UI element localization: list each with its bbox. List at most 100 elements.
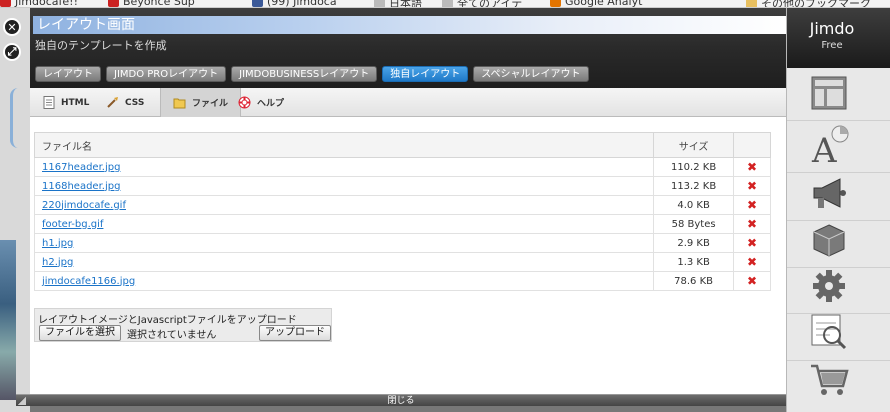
bookmark-item[interactable]: (99) Jimdoca [252, 0, 337, 7]
file-link[interactable]: 1168header.jpg [42, 181, 120, 192]
page-subtitle: 独自のテンプレートを作成 [35, 39, 167, 52]
delete-cell: ✖ [733, 176, 771, 196]
file-size: 2.9 KB [653, 233, 735, 253]
bookmarks-bar: Jimdocafe!! Beyonce Sup (99) Jimdoca 日本語… [0, 0, 890, 8]
rail-divider [787, 120, 890, 121]
delete-icon[interactable]: ✖ [747, 198, 757, 212]
font-icon[interactable]: A [807, 123, 851, 167]
delete-icon[interactable]: ✖ [747, 236, 757, 250]
upload-button[interactable]: アップロード [259, 325, 331, 341]
tab-jimdo-business-layout[interactable]: JIMDOBUSINESSレイアウト [231, 66, 378, 82]
expand-icon[interactable]: ⤢ [3, 43, 21, 61]
column-header-filename: ファイル名 [33, 132, 655, 158]
page-title: レイアウト画面 [37, 17, 135, 33]
file-name-cell: h2.jpg [33, 252, 655, 272]
bookmark-favicon [550, 0, 561, 7]
tab-jimdo-pro-layout[interactable]: JIMDO PROレイアウト [106, 66, 227, 82]
upload-label: レイアウトイメージとJavascriptファイルをアップロード [38, 315, 297, 326]
delete-icon[interactable]: ✖ [747, 255, 757, 269]
no-file-selected-text: 選択されていません [127, 330, 217, 341]
layout-editor-panel: レイアウト画面 独自のテンプレートを作成 レイアウト JIMDO PROレイアウ… [30, 8, 786, 394]
jimdo-sidebar: Jimdo Free A [786, 8, 890, 412]
background-decoration [10, 88, 24, 148]
document-icon [42, 96, 55, 109]
file-name-cell: 220jimdocafe.gif [33, 195, 655, 215]
column-header-size: サイズ [653, 132, 735, 158]
file-size: 113.2 KB [653, 176, 735, 196]
cart-icon[interactable] [807, 358, 851, 402]
close-button[interactable]: 閉じる [16, 395, 786, 407]
tab-layout[interactable]: レイアウト [35, 66, 101, 82]
file-link[interactable]: jimdocafe1166.jpg [42, 276, 135, 287]
file-size: 110.2 KB [653, 157, 735, 177]
file-table: ファイル名 サイズ 1167header.jpg 110.2 KB ✖ 1168… [33, 132, 771, 291]
table-row: footer-bg.gif 58 Bytes ✖ [33, 214, 771, 234]
delete-icon[interactable]: ✖ [747, 179, 757, 193]
delete-cell: ✖ [733, 252, 771, 272]
bookmark-favicon [108, 0, 119, 7]
statistics-icon[interactable] [807, 310, 851, 354]
file-size: 58 Bytes [653, 214, 735, 234]
file-size: 78.6 KB [653, 271, 735, 291]
title-bar: レイアウト画面 [33, 16, 786, 34]
table-row: 1168header.jpg 113.2 KB ✖ [33, 176, 771, 196]
delete-cell: ✖ [733, 233, 771, 253]
file-link[interactable]: h2.jpg [42, 257, 73, 268]
close-icon[interactable]: ✕ [3, 18, 21, 36]
subtab-css[interactable]: CSS [94, 88, 156, 117]
layout-tabs: レイアウト JIMDO PROレイアウト JIMDOBUSINESSレイアウト … [35, 66, 589, 82]
bookmark-favicon [0, 0, 11, 7]
table-header-row: ファイル名 サイズ [33, 132, 771, 158]
table-row: 220jimdocafe.gif 4.0 KB ✖ [33, 195, 771, 215]
tab-special-layout[interactable]: スペシャルレイアウト [473, 66, 589, 82]
jimdo-header: Jimdo Free [787, 8, 890, 68]
delete-cell: ✖ [733, 195, 771, 215]
delete-icon[interactable]: ✖ [747, 160, 757, 174]
layout-icon[interactable] [807, 71, 851, 115]
jimdo-logo: Jimdo [809, 19, 855, 38]
box-icon[interactable] [807, 218, 851, 262]
file-name-cell: 1167header.jpg [33, 157, 655, 177]
editor-header: レイアウト画面 独自のテンプレートを作成 レイアウト JIMDO PROレイアウ… [30, 8, 786, 96]
table-row: h1.jpg 2.9 KB ✖ [33, 233, 771, 253]
file-name-cell: h1.jpg [33, 233, 655, 253]
bookmark-item[interactable]: その他のブックマーク [746, 0, 871, 7]
bookmark-item[interactable]: Google Analyt [550, 0, 642, 7]
background-image-strip [0, 240, 16, 400]
tab-custom-layout[interactable]: 独自レイアウト [382, 66, 469, 82]
bookmark-item[interactable]: 全てのアイテ [442, 0, 522, 7]
background-page [0, 8, 30, 412]
subtab-label: ファイル [192, 99, 229, 109]
file-size: 4.0 KB [653, 195, 735, 215]
bookmark-favicon [374, 0, 385, 7]
subtab-label: ヘルプ [257, 99, 285, 109]
file-link[interactable]: h1.jpg [42, 238, 73, 249]
bookmark-item[interactable]: Jimdocafe!! [0, 0, 78, 7]
subtab-help[interactable]: ヘルプ [226, 88, 296, 117]
subtab-label: CSS [125, 97, 145, 108]
file-name-cell: jimdocafe1166.jpg [33, 271, 655, 291]
delete-icon[interactable]: ✖ [747, 274, 757, 288]
delete-icon[interactable]: ✖ [747, 217, 757, 231]
delete-cell: ✖ [733, 214, 771, 234]
settings-icon[interactable] [807, 264, 851, 308]
table-row: h2.jpg 1.3 KB ✖ [33, 252, 771, 272]
bookmark-favicon [746, 0, 757, 7]
bookmark-item[interactable]: 日本語 [374, 0, 422, 7]
brush-icon [106, 96, 119, 109]
choose-file-button[interactable]: ファイルを選択 [39, 325, 121, 341]
upload-form: レイアウトイメージとJavascriptファイルをアップロード ファイルを選択 … [34, 308, 332, 342]
delete-cell: ✖ [733, 271, 771, 291]
table-row: jimdocafe1166.jpg 78.6 KB ✖ [33, 271, 771, 291]
file-link[interactable]: 1167header.jpg [42, 162, 120, 173]
subtab-html[interactable]: HTML [30, 88, 101, 117]
file-name-cell: footer-bg.gif [33, 214, 655, 234]
column-header-delete [733, 132, 771, 158]
file-name-cell: 1168header.jpg [33, 176, 655, 196]
file-link[interactable]: footer-bg.gif [42, 219, 103, 230]
file-link[interactable]: 220jimdocafe.gif [42, 200, 126, 211]
megaphone-icon[interactable] [807, 171, 851, 215]
bookmark-item[interactable]: Beyonce Sup [108, 0, 195, 7]
plan-label: Free [821, 40, 843, 51]
close-bar: 閉じる [16, 394, 786, 406]
